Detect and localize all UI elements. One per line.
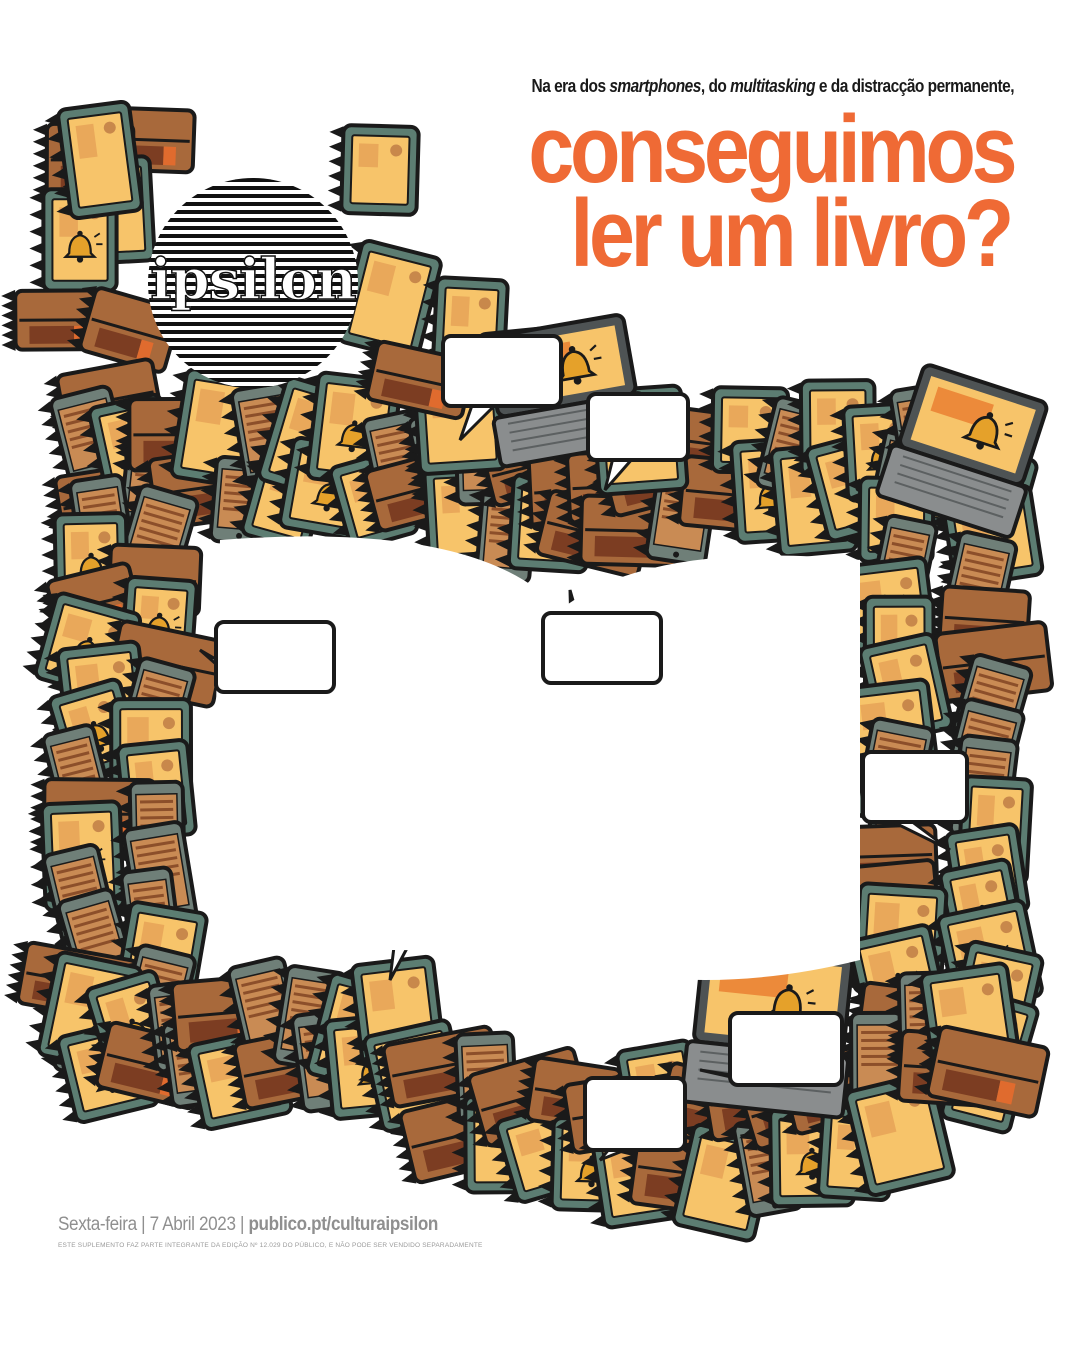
headline-line-2: ler um livro? <box>570 180 1014 287</box>
tablet-icon <box>327 123 421 217</box>
footer-url[interactable]: publico.pt/culturaipsilon <box>248 1214 438 1235</box>
logo-wordmark: ipsilon <box>148 247 358 313</box>
speech-bubble-icon <box>214 620 336 694</box>
footer-disclaimer: ESTE SUPLEMENTO FAZ PARTE INTEGRANTE DA … <box>58 1242 483 1249</box>
footer-date: Sexta-feira | 7 Abril 2023 | <box>58 1214 245 1235</box>
speech-bubble-icon <box>583 1076 687 1162</box>
speech-bubble-icon <box>541 611 663 685</box>
kicker-text-1: Na era dos <box>531 76 610 96</box>
kicker-italic-2: multitasking <box>730 76 816 96</box>
kicker-text-3: e da distracção permanente, <box>815 76 1015 96</box>
footer-line: Sexta-feira | 7 Abril 2023 | publico.pt/… <box>58 1214 438 1236</box>
kicker-italic-1: smartphones <box>609 76 701 96</box>
logo-text: ipsilon <box>149 247 357 313</box>
kicker-line: Na era dos smartphones, do multitasking … <box>531 76 1015 97</box>
headline: conseguimos ler um livro? <box>528 102 1017 287</box>
ipsilon-logo: ipsilon <box>148 178 358 388</box>
kicker-text-2: , do <box>700 76 731 96</box>
